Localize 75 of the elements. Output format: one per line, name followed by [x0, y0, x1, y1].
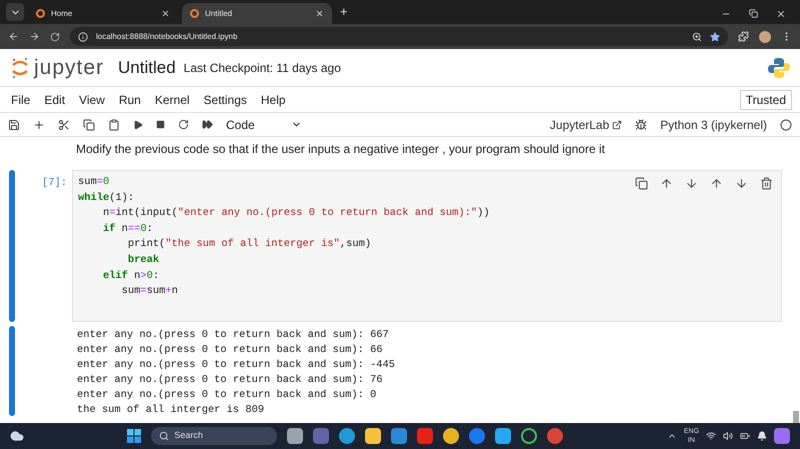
start-icon[interactable]: [127, 429, 142, 443]
kernel-status-icon: [780, 118, 792, 130]
star-icon[interactable]: [710, 32, 720, 42]
output-line: enter any no.(press 0 to return back and sum): 76: [77, 373, 383, 388]
code-line: sum=0: [78, 175, 110, 190]
code-line: if n==0:: [102, 222, 153, 237]
move-down-icon[interactable]: [685, 177, 698, 190]
close-icon[interactable]: [161, 9, 170, 18]
code-line: while(1):: [78, 190, 134, 206]
bell-icon[interactable]: [757, 431, 768, 441]
menu-item[interactable]: Settings: [196, 90, 254, 108]
code-editor[interactable]: sum=0 while(1): n=int(input("enter any no.(press 0 to return back and sum):")) if n==0: print("the sum of all interger is",sum) break elif n>0: sum=sum+n: [72, 170, 782, 322]
back-icon[interactable]: [8, 31, 19, 42]
restart-icon[interactable]: [178, 119, 189, 130]
menu-item[interactable]: Run: [112, 90, 148, 108]
jupyter-wordmark[interactable]: jupyter: [34, 52, 104, 84]
output-line: enter any no.(press 0 to return back and sum): 0: [77, 388, 376, 403]
address-field[interactable]: localhost:8888/notebooks/Untitled.ipynb: [70, 27, 728, 46]
checkpoint-text: Last Checkpoint: 11 days ago: [184, 60, 341, 76]
restore-icon[interactable]: [749, 9, 758, 18]
info-icon: [78, 32, 88, 42]
output-line: the sum of all interger is 809: [77, 403, 264, 418]
extensions-icon[interactable]: [738, 31, 749, 42]
network-icon[interactable]: [706, 431, 716, 441]
save-icon[interactable]: [8, 118, 20, 130]
execution-prompt: [7]:: [41, 176, 68, 191]
cell-type-dropdown[interactable]: Code: [226, 116, 302, 134]
output-line: enter any no.(press 0 to return back and sum): 667: [77, 328, 389, 343]
add-cell-icon[interactable]: [33, 118, 45, 130]
run-all-icon[interactable]: [202, 119, 213, 130]
cut-icon[interactable]: [58, 118, 70, 130]
zoom-icon[interactable]: [692, 32, 702, 42]
menu-item[interactable]: View: [72, 90, 112, 108]
move-up-icon[interactable]: [660, 177, 673, 190]
menu-item[interactable]: Kernel: [148, 90, 197, 108]
output-line: enter any no.(press 0 to return back and sum): 66: [77, 343, 383, 358]
ring-icon[interactable]: [521, 428, 538, 444]
close-icon[interactable]: [776, 8, 786, 18]
code-line: elif n>0:: [102, 268, 160, 284]
url-text: localhost:8888/notebooks/Untitled.ipynb: [96, 30, 238, 42]
search-icon: [159, 431, 170, 441]
jupyterlab-link[interactable]: JupyterLab: [550, 116, 622, 134]
profile-avatar-icon[interactable]: [759, 30, 771, 42]
menu-item[interactable]: Help: [254, 90, 293, 108]
delete-icon[interactable]: [760, 177, 773, 190]
code-line: n=int(input("enter any no.(press 0 to return back and sum):")): [102, 206, 490, 222]
code-line: sum=sum+n: [120, 284, 178, 300]
markdown-text: Modify the previous code so that if the user inputs a negative integer , your program should ignore it: [76, 141, 606, 158]
menu-item[interactable]: Edit: [37, 90, 72, 108]
output-line: enter any no.(press 0 to return back and sum): -445: [77, 358, 396, 373]
menu-item[interactable]: File: [4, 90, 38, 108]
duplicate-icon[interactable]: [635, 177, 648, 190]
browser-tab[interactable]: Untitled: [182, 3, 332, 24]
bug-icon[interactable]: [635, 118, 648, 130]
trusted-indicator[interactable]: Trusted: [740, 90, 792, 110]
paste-icon[interactable]: [108, 118, 120, 130]
run-icon[interactable]: [133, 120, 143, 130]
battery-icon[interactable]: [740, 431, 750, 441]
volume-icon[interactable]: [723, 431, 734, 441]
copy-icon[interactable]: [83, 118, 95, 130]
stop-icon[interactable]: [156, 120, 165, 129]
code-line: print("the sum of all interger is",sum): [126, 237, 372, 252]
new-tab-button[interactable]: +: [336, 2, 352, 21]
reload-icon[interactable]: [50, 32, 60, 42]
notebook-title[interactable]: Untitled: [118, 54, 176, 80]
forward-icon[interactable]: [29, 31, 40, 42]
external-link-icon: [612, 120, 622, 130]
weather-icon[interactable]: [10, 429, 24, 443]
kernel-name[interactable]: Python 3 (ipykernel): [660, 116, 767, 134]
tab-search-button[interactable]: [6, 3, 24, 21]
close-icon[interactable]: [315, 9, 324, 18]
search-field[interactable]: Search: [151, 427, 278, 445]
jupyter-logo-icon: [10, 56, 30, 80]
code-line: break: [126, 252, 160, 268]
python-logo-icon: [768, 56, 790, 78]
